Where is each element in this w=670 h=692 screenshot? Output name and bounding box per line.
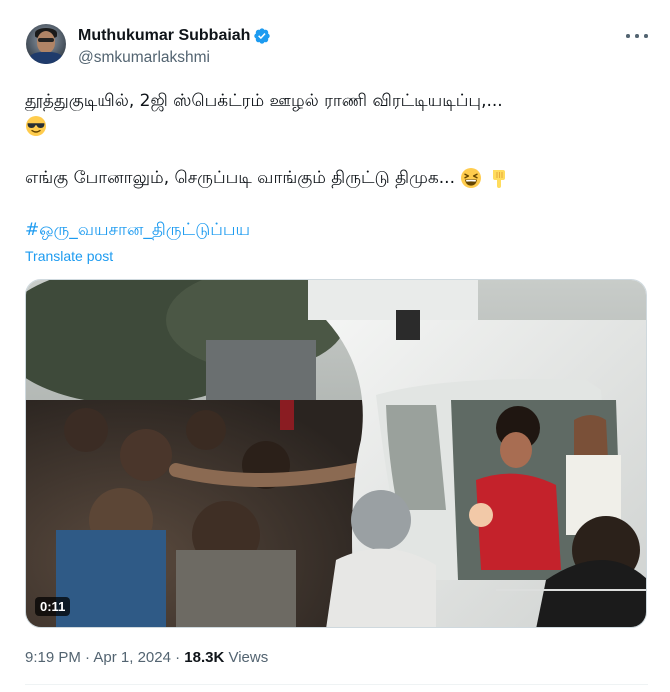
author-avatar[interactable] xyxy=(26,24,66,64)
author-handle[interactable]: @smkumarlakshmi xyxy=(78,49,210,67)
meta-dot: · xyxy=(170,649,185,666)
divider xyxy=(25,684,648,685)
views-label: Views xyxy=(224,649,269,666)
backhand-index-pointing-down-icon xyxy=(492,170,505,188)
post-text-line-2: எங்கு போனாலும், செருப்படி வாங்கும் திருட… xyxy=(25,167,510,190)
post-hashtag-link[interactable]: #ஒரு_வயசான_திருட்டுப்பய xyxy=(25,220,250,242)
tweet-card: Muthukumar Subbaiah @smkumarlakshmi தூத்… xyxy=(0,0,670,692)
post-text-line-2-text: எங்கு போனாலும், செருப்படி வாங்கும் திருட… xyxy=(25,168,455,188)
post-date-link[interactable]: Apr 1, 2024 xyxy=(93,649,171,666)
post-text-line-1: தூத்துகுடியில், 2ஜி ஸ்பெக்ட்ரம் ஊழல் ராண… xyxy=(25,91,503,111)
views-count[interactable]: 18.3K xyxy=(184,649,224,666)
more-horizontal-icon[interactable] xyxy=(626,28,648,44)
smiling-face-with-sunglasses-icon xyxy=(26,116,46,136)
meta-separator: · xyxy=(80,649,94,666)
video-duration-badge: 0:11 xyxy=(35,597,71,616)
post-metadata: 9:19 PM · Apr 1, 2024 · 18.3K Views xyxy=(25,649,268,666)
author-display-name[interactable]: Muthukumar Subbaiah xyxy=(78,27,250,45)
video-thumbnail xyxy=(26,280,646,627)
author-name-row: Muthukumar Subbaiah xyxy=(78,25,271,47)
grinning-squinting-face-icon xyxy=(461,168,482,188)
post-time-link[interactable]: 9:19 PM xyxy=(25,649,81,666)
verified-badge-icon[interactable] xyxy=(253,27,271,45)
translate-post-link[interactable]: Translate post xyxy=(25,248,113,264)
video-player[interactable]: 0:11 xyxy=(25,279,647,628)
